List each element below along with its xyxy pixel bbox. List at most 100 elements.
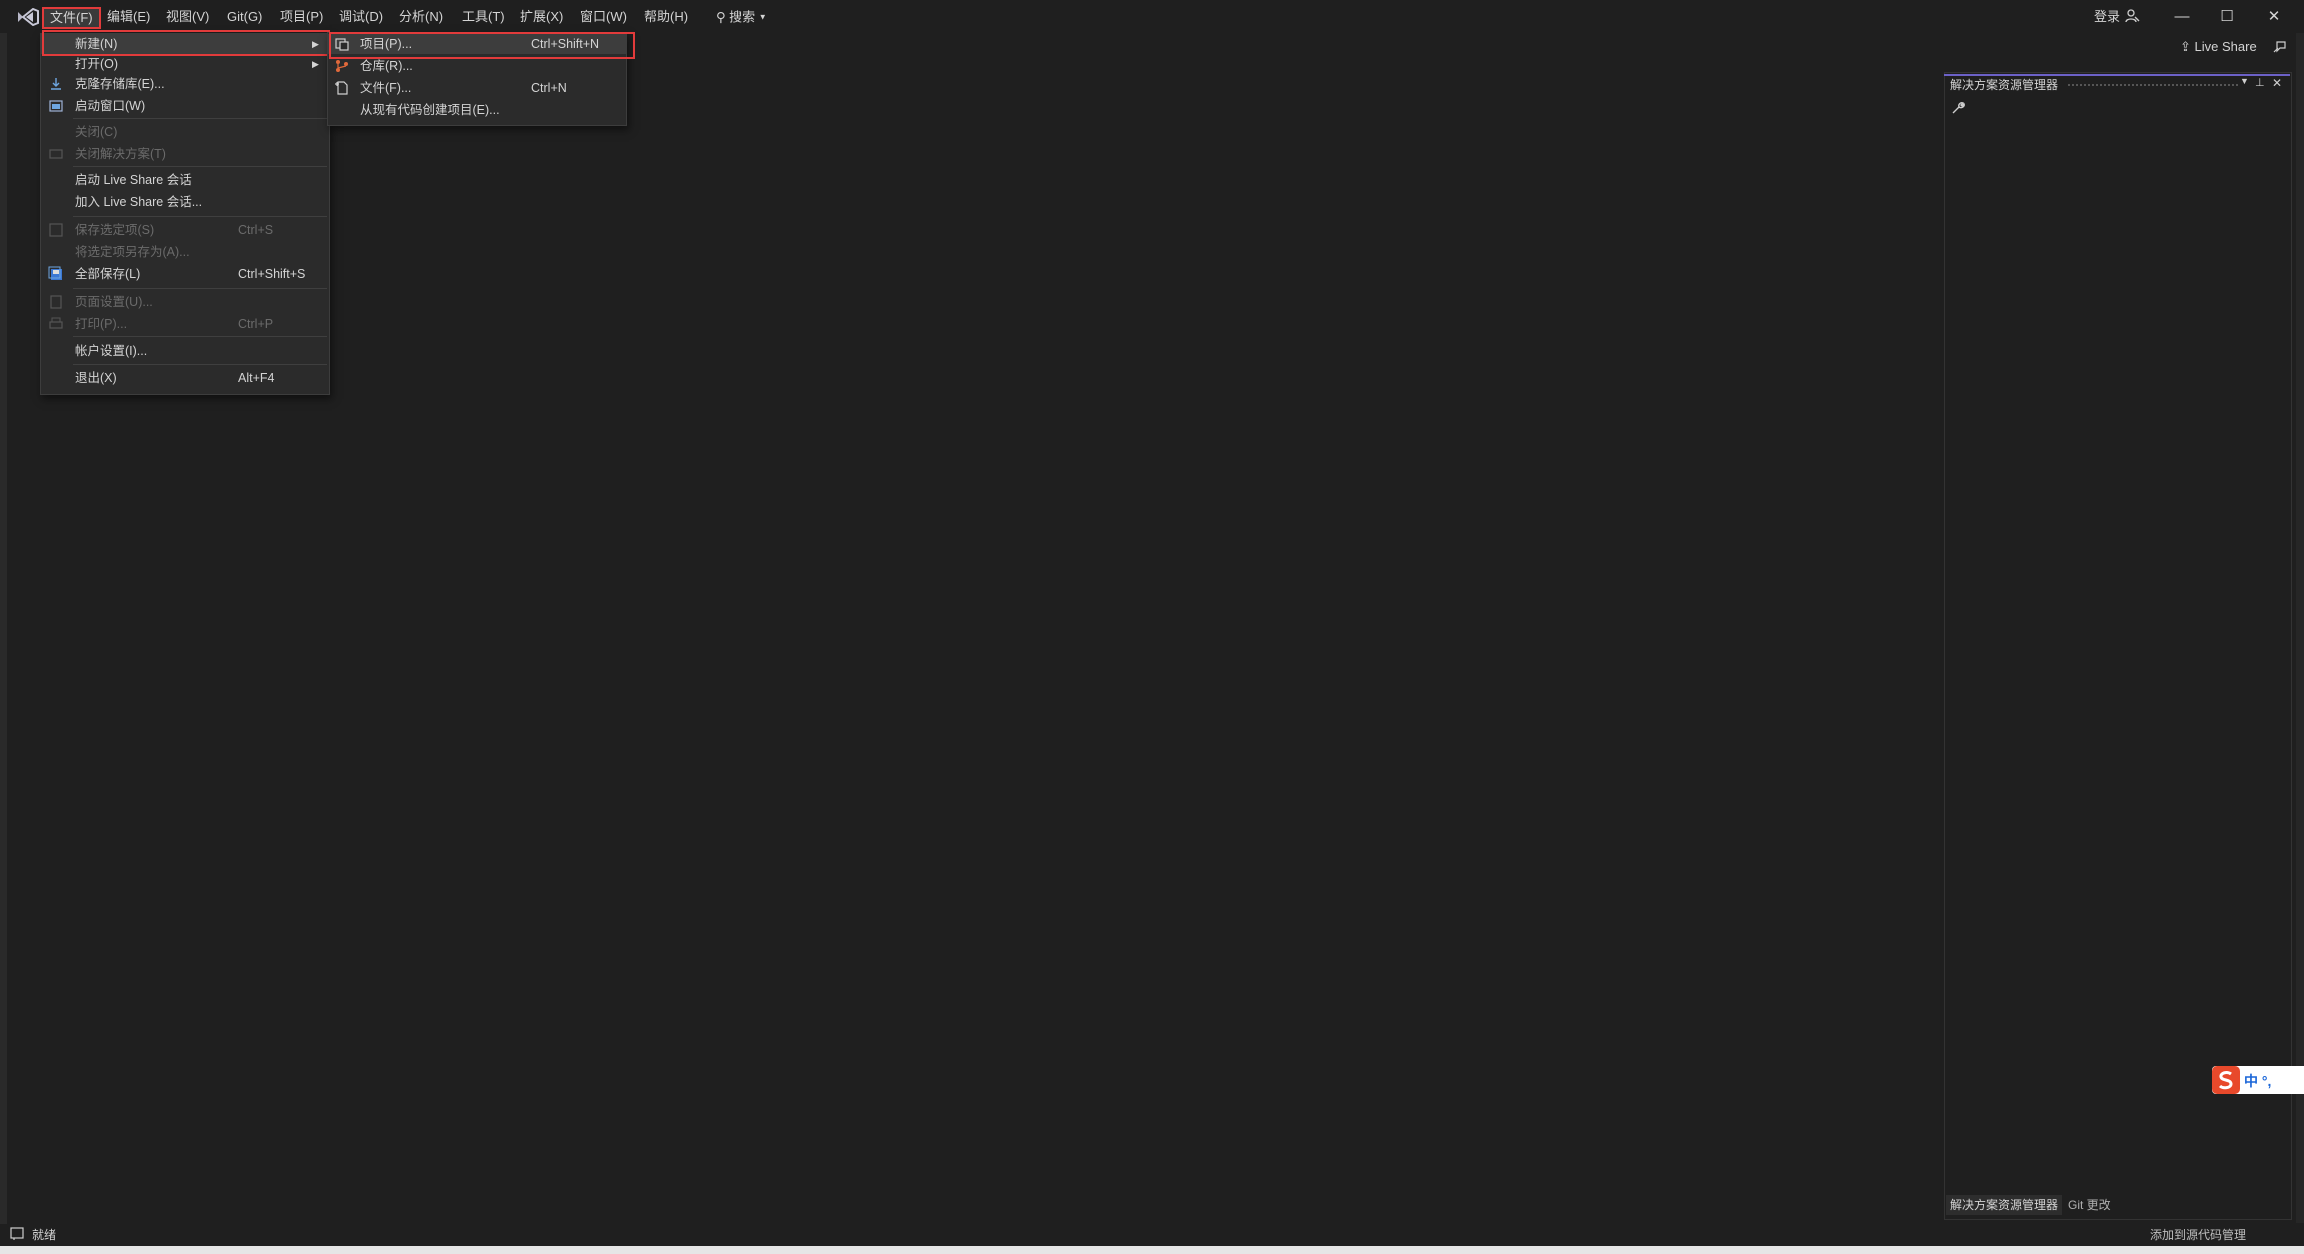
- menu-git[interactable]: Git(G): [221, 6, 268, 28]
- highlight-box-new: [42, 30, 330, 56]
- repository-icon: [334, 58, 350, 74]
- menu-view[interactable]: 视图(V): [160, 6, 215, 28]
- menu-item-label: 启动窗口(W): [75, 99, 146, 113]
- menu-separator: [73, 216, 327, 217]
- page-setup-icon: [48, 294, 64, 310]
- account-icon[interactable]: [2124, 8, 2140, 24]
- feedback-icon[interactable]: [2272, 39, 2288, 55]
- menu-item-label: 打印(P)...: [75, 317, 128, 331]
- solution-explorer-title: 解决方案资源管理器: [1950, 78, 2059, 92]
- save-icon: [48, 222, 64, 238]
- menu-item-label: 关闭(C): [75, 125, 118, 139]
- visual-studio-logo-icon[interactable]: [16, 8, 40, 26]
- clone-icon: [48, 76, 64, 92]
- file-menu-item-9: 将选定项另存为(A)...: [41, 242, 329, 262]
- menu-item-label: 加入 Live Share 会话...: [75, 195, 203, 209]
- menu-separator: [73, 166, 327, 167]
- menu-item-label: 页面设置(U)...: [75, 295, 153, 309]
- status-icon: [10, 1227, 24, 1240]
- file-menu-item-8: 保存选定项(S) Ctrl+S: [41, 220, 329, 240]
- save-all-icon: [48, 266, 64, 282]
- sogou-ime-logo-icon[interactable]: [2212, 1066, 2240, 1094]
- file-menu-item-13[interactable]: 帐户设置(I)...: [41, 341, 329, 361]
- file-menu-item-7[interactable]: 加入 Live Share 会话...: [41, 192, 329, 212]
- panel-drag-handle[interactable]: [2068, 84, 2238, 89]
- menu-help[interactable]: 帮助(H): [638, 6, 694, 28]
- source-control-status[interactable]: 添加到源代码管理: [2150, 1226, 2246, 1243]
- menu-item-label: 帐户设置(I)...: [75, 344, 148, 358]
- submenu-arrow-icon: ▶: [312, 59, 319, 69]
- wrench-icon[interactable]: [1950, 100, 1966, 116]
- file-menu-item-5: 关闭解决方案(T): [41, 144, 329, 164]
- close-solution-icon: [48, 146, 64, 162]
- menu-tools[interactable]: 工具(T): [456, 6, 511, 28]
- search-box[interactable]: ⚲ 搜索 ▼: [716, 7, 767, 27]
- menu-item-label: 仓库(R)...: [360, 59, 413, 73]
- new-submenu-item-2[interactable]: 文件(F)... Ctrl+N: [328, 78, 626, 98]
- maximize-button[interactable]: ☐: [2205, 4, 2249, 30]
- menu-item-label: 打开(O): [75, 57, 119, 71]
- menu-separator: [73, 288, 327, 289]
- menu-item-label: 将选定项另存为(A)...: [75, 245, 190, 259]
- menu-item-shortcut: Ctrl+Shift+S: [238, 267, 306, 281]
- new-submenu-item-1[interactable]: 仓库(R)...: [328, 56, 626, 76]
- login-button[interactable]: 登录: [2094, 6, 2120, 25]
- menu-project[interactable]: 项目(P): [274, 6, 329, 28]
- right-edge-strip: [2296, 33, 2304, 1223]
- file-menu-item-11: 页面设置(U)...: [41, 292, 329, 312]
- live-share-label: Live Share: [2194, 39, 2257, 54]
- highlight-box-project: [329, 32, 635, 59]
- menu-item-shortcut: Ctrl+S: [238, 223, 274, 237]
- file-menu-item-14[interactable]: 退出(X) Alt+F4: [41, 368, 329, 388]
- menu-item-label: 克隆存储库(E)...: [75, 77, 165, 91]
- minimize-button[interactable]: —: [2160, 4, 2204, 30]
- share-icon: ⇪: [2180, 39, 2191, 54]
- menu-item-shortcut: Alt+F4: [238, 371, 275, 385]
- file-menu-item-1[interactable]: 打开(O) ▶: [41, 54, 329, 74]
- menu-item-label: 从现有代码创建项目(E)...: [360, 103, 500, 117]
- left-taskbar-strip: [0, 33, 7, 1233]
- close-panel-icon[interactable]: ✕: [2272, 76, 2286, 90]
- file-menu-item-3[interactable]: 启动窗口(W): [41, 96, 329, 116]
- file-menu-item-4: 关闭(C): [41, 122, 329, 142]
- menu-item-label: 退出(X): [75, 371, 117, 385]
- menu-item-label: 文件(F)...: [360, 81, 412, 95]
- live-share-button[interactable]: ⇪ Live Share: [2180, 37, 2257, 57]
- status-bar: [0, 1224, 2304, 1246]
- menu-item-label: 全部保存(L): [75, 267, 141, 281]
- solution-explorer-panel: [1944, 72, 2292, 1220]
- menu-extensions[interactable]: 扩展(X): [514, 6, 569, 28]
- menu-edit[interactable]: 编辑(E): [101, 6, 156, 28]
- close-window-button[interactable]: ✕: [2252, 4, 2296, 30]
- search-icon: ⚲: [716, 9, 726, 25]
- new-file-icon: [334, 80, 350, 96]
- tab-solution-explorer[interactable]: 解决方案资源管理器: [1946, 1195, 2063, 1215]
- menu-window[interactable]: 窗口(W): [574, 6, 633, 28]
- file-menu-item-10[interactable]: 全部保存(L) Ctrl+Shift+S: [41, 264, 329, 284]
- menu-file[interactable]: 文件(F): [42, 7, 101, 29]
- ime-mode-text: 中 °,: [2244, 1073, 2272, 1089]
- menu-item-label: 启动 Live Share 会话: [75, 173, 192, 187]
- panel-options-icon[interactable]: ▼: [2240, 76, 2254, 90]
- menu-separator: [73, 364, 327, 365]
- status-text: 就绪: [32, 1228, 57, 1242]
- file-menu-item-6[interactable]: 启动 Live Share 会话: [41, 170, 329, 190]
- menu-separator: [73, 336, 327, 337]
- tab-git-changes[interactable]: Git 更改: [2068, 1195, 2111, 1215]
- menu-item-label: 保存选定项(S): [75, 223, 155, 237]
- menu-debug[interactable]: 调试(D): [333, 6, 389, 28]
- print-icon: [48, 316, 64, 332]
- file-menu-item-12: 打印(P)... Ctrl+P: [41, 314, 329, 334]
- menu-item-label: 关闭解决方案(T): [75, 147, 166, 161]
- file-menu-item-2[interactable]: 克隆存储库(E)...: [41, 74, 329, 94]
- pin-icon[interactable]: ⊥: [2255, 76, 2269, 90]
- chevron-down-icon: ▼: [758, 12, 767, 22]
- menu-item-shortcut: Ctrl+N: [531, 81, 567, 95]
- new-submenu-item-3[interactable]: 从现有代码创建项目(E)...: [328, 100, 626, 120]
- menu-item-shortcut: Ctrl+P: [238, 317, 274, 331]
- menu-analyze[interactable]: 分析(N): [393, 6, 449, 28]
- search-label: 搜索: [729, 9, 756, 25]
- start-window-icon: [48, 98, 64, 114]
- desktop-bottom-strip: [0, 1246, 2304, 1254]
- file-menu-dropdown: 新建(N) ▶ 打开(O) ▶ 克隆存储库(E)... 启动窗口(W) 关闭(C) 关闭解决方…: [40, 33, 330, 395]
